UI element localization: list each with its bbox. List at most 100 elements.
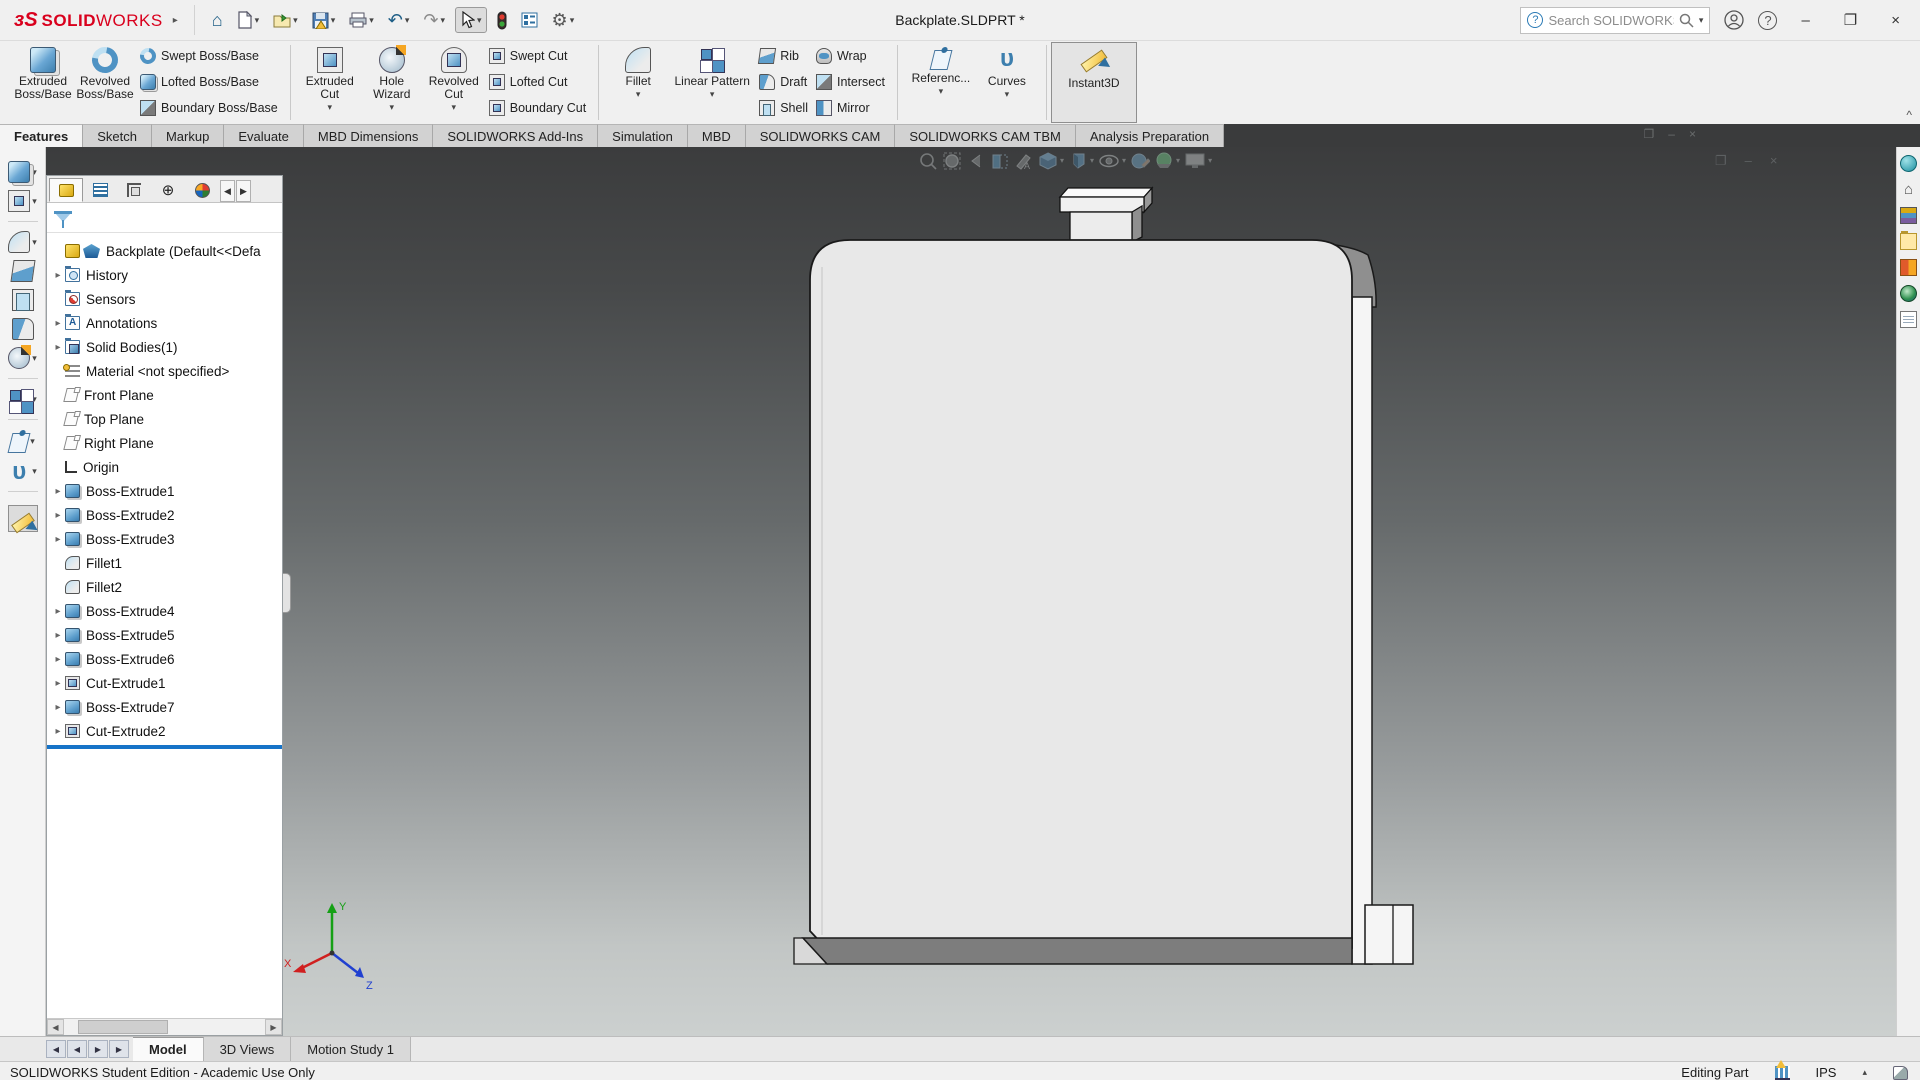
tab-solidworks-cam-tbm[interactable]: SOLIDWORKS CAM TBM (895, 124, 1076, 147)
expand-caret-icon[interactable]: ▸ (51, 510, 65, 521)
curves-button[interactable]: υ Curves ▾ (976, 43, 1038, 122)
nav-first-button[interactable]: ◀ (46, 1040, 66, 1058)
home-button[interactable]: ⌂ (208, 8, 227, 32)
open-button[interactable]: ▾ (269, 9, 302, 31)
ls-draft-button[interactable] (11, 318, 34, 340)
tab-simulation[interactable]: Simulation (598, 124, 688, 147)
boundary-boss-button[interactable]: Boundary Boss/Base (140, 100, 278, 116)
search-scope-dropdown[interactable]: ▾ (1699, 15, 1704, 25)
doc-restore-icon[interactable]: ❐ (1644, 127, 1655, 141)
doc-close-icon[interactable]: × (1689, 127, 1696, 141)
print-button[interactable]: ▾ (345, 9, 378, 31)
tree-horizontal-scrollbar[interactable]: ◀ ▶ (47, 1018, 282, 1035)
ls-hole-wizard-button[interactable]: ▾ (8, 345, 37, 369)
panel-tab-next-button[interactable]: ▶ (236, 180, 251, 202)
ls-extruded-cut-button[interactable]: ▾ (8, 190, 37, 212)
display-style-button[interactable]: ▾ (1068, 151, 1094, 171)
zoom-to-fit-button[interactable] (918, 151, 938, 171)
scrollbar-thumb[interactable] (78, 1020, 168, 1034)
tree-item-solid-bodies[interactable]: ▸ Solid Bodies(1) (47, 335, 282, 359)
tree-item-top-plane[interactable]: Top Plane (47, 407, 282, 431)
nav-prev-button[interactable]: ◀ (67, 1040, 87, 1058)
menu-expand-arrow[interactable]: ▸ (173, 15, 178, 26)
restore-button[interactable]: ❐ (1834, 9, 1867, 31)
help-icon[interactable]: ? (1758, 10, 1778, 30)
tab-evaluate[interactable]: Evaluate (224, 124, 304, 147)
help-search-box[interactable]: ? ▾ (1520, 6, 1711, 34)
expand-caret-icon[interactable]: ▸ (51, 702, 65, 713)
swept-cut-button[interactable]: Swept Cut (488, 48, 586, 64)
file-explorer-icon[interactable] (1900, 231, 1917, 250)
previous-view-button[interactable] (966, 151, 986, 171)
expand-caret-icon[interactable]: ▸ (51, 726, 65, 737)
intersect-button[interactable]: Intersect (815, 74, 885, 90)
apply-scene-button[interactable]: ▾ (1154, 151, 1180, 171)
revolved-boss-button[interactable]: Revolved Boss/Base (74, 41, 136, 122)
motion-study-tab[interactable]: Motion Study 1 (291, 1037, 411, 1061)
tree-item-boss-extrude5[interactable]: ▸ Boss-Extrude5 (47, 623, 282, 647)
draft-button[interactable]: Draft (759, 74, 808, 90)
tab-mbd-dimensions[interactable]: MBD Dimensions (303, 124, 434, 147)
search-input[interactable] (1548, 12, 1674, 28)
solidworks-resources-icon[interactable]: ⌂ (1900, 181, 1917, 198)
graphics-viewport[interactable]: Y X Z (46, 147, 1896, 1036)
tree-item-boss-extrude7[interactable]: ▸ Boss-Extrude7 (47, 695, 282, 719)
revolved-cut-button[interactable]: Revolved Cut ▾ (423, 43, 485, 122)
tree-item-origin[interactable]: Origin (47, 455, 282, 479)
tab-solidworks-cam[interactable]: SOLIDWORKS CAM (745, 124, 896, 147)
tree-item-boss-extrude4[interactable]: ▸ Boss-Extrude4 (47, 599, 282, 623)
tree-item-boss-extrude2[interactable]: ▸ Boss-Extrude2 (47, 503, 282, 527)
tree-item-cut-extrude1[interactable]: ▸ Cut-Extrude1 (47, 671, 282, 695)
tree-item-boss-extrude1[interactable]: ▸ Boss-Extrude1 (47, 479, 282, 503)
expand-caret-icon[interactable]: ▸ (51, 654, 65, 665)
search-icon[interactable] (1679, 13, 1694, 28)
expand-caret-icon[interactable]: ▸ (51, 486, 65, 497)
annotation-visibility-button[interactable]: A (1014, 151, 1034, 171)
shell-button[interactable]: Shell (759, 100, 808, 116)
tree-item-fillet1[interactable]: Fillet1 (47, 551, 282, 575)
tree-item-sensors[interactable]: Sensors (47, 287, 282, 311)
tree-item-material[interactable]: Material <not specified> (47, 359, 282, 383)
tree-item-backplate[interactable]: Backplate (Default<<Defa (47, 239, 282, 263)
minimize-button[interactable]: – (1791, 10, 1819, 31)
zoom-to-area-button[interactable] (942, 151, 962, 171)
ls-curves-button[interactable]: υ ▾ (8, 460, 37, 484)
nav-next-button[interactable]: ▶ (88, 1040, 108, 1058)
3d-views-tab[interactable]: 3D Views (203, 1037, 292, 1061)
tab-markup[interactable]: Markup (151, 124, 225, 147)
ribbon-collapse-chevron[interactable]: ^ (1906, 108, 1912, 122)
appearances-scenes-icon[interactable] (1900, 285, 1917, 302)
ls-fillet-button[interactable]: ▾ (8, 231, 37, 253)
lofted-cut-button[interactable]: Lofted Cut (488, 74, 586, 90)
tab-analysis-preparation[interactable]: Analysis Preparation (1075, 124, 1225, 147)
tree-item-fillet2[interactable]: Fillet2 (47, 575, 282, 599)
units-label[interactable]: IPS (1816, 1065, 1837, 1080)
fillet-button[interactable]: Fillet ▾ (607, 43, 669, 122)
tree-item-cut-extrude2[interactable]: ▸ Cut-Extrude2 (47, 719, 282, 743)
scroll-right-button[interactable]: ▶ (265, 1019, 282, 1035)
displaymanager-tab[interactable] (185, 178, 219, 202)
tab-features[interactable]: Features (0, 124, 84, 147)
extruded-boss-button[interactable]: Extruded Boss/Base (12, 43, 74, 122)
3dexperience-icon[interactable] (1900, 155, 1917, 172)
new-document-button[interactable]: ▾ (233, 8, 264, 32)
expand-caret-icon[interactable]: ▸ (51, 318, 65, 329)
expand-caret-icon[interactable]: ▸ (51, 534, 65, 545)
user-account-icon[interactable] (1724, 10, 1745, 30)
ls-reference-geometry-button[interactable]: ▾ (7, 429, 35, 453)
ls-rib-button[interactable] (9, 260, 36, 282)
scroll-left-button[interactable]: ◀ (47, 1019, 64, 1035)
ls-extruded-boss-button[interactable]: ▾ (8, 161, 37, 183)
rollback-bar[interactable] (47, 745, 282, 749)
save-button[interactable]: ▾ (308, 9, 340, 32)
close-button[interactable]: × (1881, 10, 1910, 31)
select-tool-button[interactable]: ▾ (455, 7, 487, 33)
tab-mbd[interactable]: MBD (687, 124, 746, 147)
hole-wizard-button[interactable]: Hole Wizard ▾ (361, 43, 423, 122)
mirror-button[interactable]: Mirror (815, 100, 885, 116)
view-palette-icon[interactable] (1900, 259, 1917, 276)
dimxpertmanager-tab[interactable]: ⊕ (151, 178, 185, 202)
extruded-cut-button[interactable]: Extruded Cut ▾ (299, 43, 361, 122)
rib-button[interactable]: Rib (758, 48, 808, 64)
units-dropdown-caret[interactable]: ▴ (1862, 1068, 1867, 1077)
